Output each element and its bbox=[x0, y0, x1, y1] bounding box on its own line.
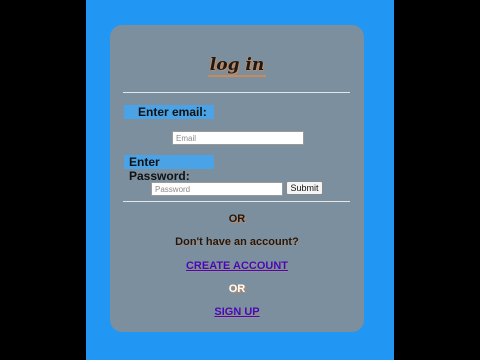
submit-button[interactable]: Submit bbox=[286, 181, 323, 195]
login-title-text: log in bbox=[207, 55, 267, 77]
or-separator-2: OR bbox=[228, 283, 246, 295]
divider-top bbox=[123, 92, 350, 93]
sign-up-link[interactable]: SIGN UP bbox=[214, 306, 259, 318]
create-account-link[interactable]: CREATE ACCOUNT bbox=[186, 260, 288, 272]
password-label: Enter Password: bbox=[124, 155, 214, 183]
password-field[interactable] bbox=[151, 182, 283, 196]
email-field[interactable] bbox=[172, 131, 304, 145]
login-card: log in Enter email: Enter Password: Subm… bbox=[110, 25, 364, 332]
or-separator-1: OR bbox=[228, 213, 246, 225]
page-title: log in bbox=[110, 55, 364, 77]
email-label: Enter email: bbox=[124, 105, 214, 119]
page-viewport: log in Enter email: Enter Password: Subm… bbox=[86, 0, 394, 360]
divider-bottom bbox=[123, 201, 350, 202]
no-account-text: Don't have an account? bbox=[175, 236, 299, 248]
